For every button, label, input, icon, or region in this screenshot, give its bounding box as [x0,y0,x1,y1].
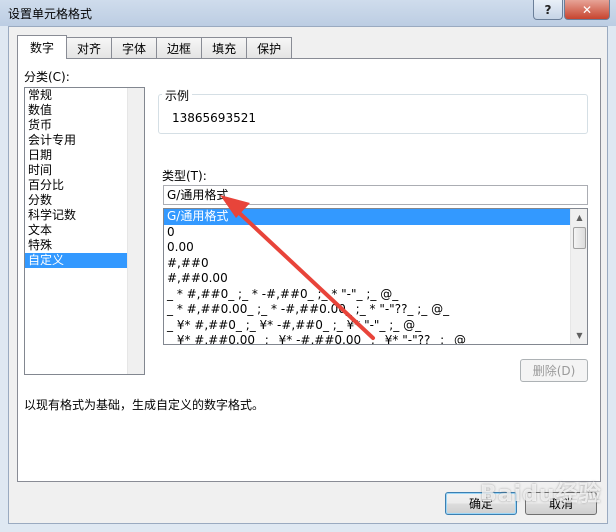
title-bar: 设置单元格格式 ? ✕ [0,0,616,26]
window-title: 设置单元格格式 [8,7,93,21]
tab-font[interactable]: 字体 [111,37,158,59]
category-list[interactable]: 常规 数值 货币 会计专用 日期 时间 百分比 分数 科学记数 文本 特殊 自定义 [24,87,145,375]
format-description: 以现有格式为基础，生成自定义的数字格式。 [24,398,265,412]
dialog-body: 数字 对齐 字体 边框 填充 保护 分类(C): 常规 数值 货币 会计专用 日期 时间百… [8,26,608,524]
scroll-down-icon[interactable]: ▼ [572,328,587,343]
scroll-thumb[interactable] [573,227,586,249]
format-item[interactable]: G/通用格式 [164,209,586,225]
tab-strip: 数字 对齐 字体 边框 填充 保护 [17,35,293,59]
format-items: G/通用格式 0 0.00 #,##0 #,##0.00 _ * #,##0_ ;_ * … [164,209,587,344]
close-button[interactable]: ✕ [564,0,610,20]
tab-border[interactable]: 边框 [156,37,203,59]
format-item[interactable]: #,##0.00 [164,271,587,287]
format-item[interactable]: _ ¥* #,##0.00_ ;_ ¥* -#,##0.00_ ;_ ¥* "-… [164,333,587,344]
format-item[interactable]: #,##0 [164,256,587,272]
tab-number[interactable]: 数字 [17,35,68,59]
format-item[interactable]: _ ¥* #,##0_ ;_ ¥* -#,##0_ ;_ ¥* "-"_ ;_ … [164,318,587,334]
baidu-watermark: Baidu经验 [480,482,602,507]
category-scrollbar[interactable] [127,88,144,374]
format-item[interactable]: _ * #,##0.00_ ;_ * -#,##0.00_ ;_ * "-"??… [164,302,587,318]
sample-value: 13865693521 [172,111,256,125]
close-icon: ✕ [581,2,593,17]
sample-label: 示例 [162,87,193,104]
type-input[interactable]: G/通用格式 [163,185,588,205]
tab-alignment[interactable]: 对齐 [66,37,113,59]
type-label: 类型(T): [162,169,207,183]
format-list[interactable]: G/通用格式 0 0.00 #,##0 #,##0.00 _ * #,##0_ ;_ * … [163,208,588,345]
format-scrollbar[interactable]: ▲ ▼ [570,209,587,344]
format-item[interactable]: _ * #,##0_ ;_ * -#,##0_ ;_ * "-"_ ;_ @_ [164,287,587,303]
scroll-up-icon[interactable]: ▲ [572,210,587,225]
help-button[interactable]: ? [533,0,563,20]
delete-button[interactable]: 删除(D) [520,359,588,382]
category-label: 分类(C): [24,70,70,84]
number-tab-panel: 分类(C): 常规 数值 货币 会计专用 日期 时间 百分比 分数 科学记数 文本 特殊 自定义 示例… [17,58,601,482]
format-item[interactable]: 0.00 [164,240,587,256]
help-icon: ? [544,2,552,17]
tab-fill[interactable]: 填充 [201,37,248,59]
format-item[interactable]: 0 [164,225,587,241]
tab-protection[interactable]: 保护 [246,37,293,59]
